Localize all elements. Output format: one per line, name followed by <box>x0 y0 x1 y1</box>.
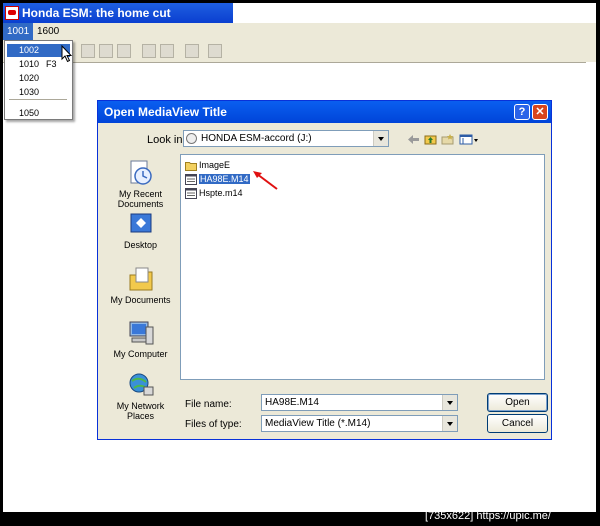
annotation-arrow-icon <box>253 171 278 190</box>
files-of-type-label: Files of type: <box>185 419 242 430</box>
dialog-title: Open MediaView Title <box>104 105 227 119</box>
place-my-computer[interactable]: My Computer <box>108 319 173 359</box>
app-title-bar: Honda ESM: the home cut <box>3 3 596 23</box>
toolbar-print-icon[interactable] <box>160 44 174 58</box>
menubar: 1001 1600 <box>3 23 596 40</box>
look-in-value: HONDA ESM-accord (J:) <box>201 133 312 144</box>
dialog-title-bar: Open MediaView Title ? ✕ <box>98 101 551 123</box>
recent-documents-icon <box>130 160 152 185</box>
menu-item-1030[interactable]: 1030 <box>7 86 70 99</box>
toolbar <box>3 40 596 63</box>
file-item-imagee[interactable]: ImageE <box>185 159 230 171</box>
my-computer-icon <box>129 321 153 345</box>
network-places-icon <box>129 373 153 396</box>
menu-item-1020[interactable]: 1020 <box>7 72 70 85</box>
view-menu-icon[interactable] <box>459 134 479 145</box>
chevron-down-icon[interactable] <box>442 395 457 410</box>
open-dialog: Open MediaView Title ? ✕ Look in: HONDA … <box>97 100 552 440</box>
file-icon <box>185 188 197 200</box>
honda-app-icon <box>5 6 19 20</box>
folder-icon <box>185 161 197 171</box>
file-item-hspte[interactable]: Hspte.m14 <box>185 187 243 200</box>
new-folder-icon[interactable] <box>441 134 454 145</box>
chevron-down-icon[interactable] <box>442 416 457 431</box>
my-documents-icon <box>129 267 152 291</box>
toolbar-page-icon[interactable] <box>142 44 156 58</box>
up-folder-icon[interactable] <box>424 134 437 145</box>
look-in-label: Look in: <box>147 134 186 146</box>
file-icon <box>185 174 197 186</box>
place-my-network-places[interactable]: My Network Places <box>108 371 173 421</box>
files-of-type-select[interactable]: MediaView Title (*.M14) <box>261 415 458 432</box>
toolbar-back-icon[interactable] <box>81 44 95 58</box>
mouse-cursor-icon <box>61 45 73 63</box>
toolbar-zoom-icon[interactable] <box>185 44 199 58</box>
cancel-button[interactable]: Cancel <box>487 414 548 433</box>
back-arrow-icon[interactable] <box>407 134 420 145</box>
place-my-recent-documents[interactable]: My Recent Documents <box>108 159 173 209</box>
place-desktop[interactable]: Desktop <box>108 212 173 250</box>
cd-drive-icon <box>186 133 197 144</box>
places-bar: My Recent Documents Desktop My Documents <box>108 155 173 431</box>
menu-separator <box>9 99 67 100</box>
close-button[interactable]: ✕ <box>532 104 548 120</box>
look-in-combo[interactable]: HONDA ESM-accord (J:) <box>183 130 389 147</box>
place-my-documents[interactable]: My Documents <box>108 265 173 305</box>
file-list: ImageE HA98E.M14 Hspte.m14 <box>180 154 545 380</box>
toolbar-find-icon[interactable] <box>117 44 131 58</box>
chevron-down-icon[interactable] <box>373 131 388 146</box>
file-name-input[interactable]: HA98E.M14 <box>261 394 458 411</box>
file-name-label: File name: <box>185 399 232 410</box>
file-item-ha98e[interactable]: HA98E.M14 <box>185 173 251 186</box>
screen: Honda ESM: the home cut 1001 1600 1002 1… <box>3 3 596 512</box>
desktop-icon <box>130 213 151 233</box>
vertical-scrollbar[interactable] <box>586 62 596 512</box>
menu-item-1050[interactable]: 1050 <box>7 107 70 120</box>
menu-1001[interactable]: 1001 <box>3 23 34 40</box>
help-button[interactable]: ? <box>514 104 530 120</box>
open-button[interactable]: Open <box>487 393 548 412</box>
app-title: Honda ESM: the home cut <box>22 6 171 20</box>
files-of-type-value: MediaView Title (*.M14) <box>265 418 371 429</box>
file-name-value: HA98E.M14 <box>265 397 319 408</box>
menu-1600[interactable]: 1600 <box>33 23 63 40</box>
toolbar-binoculars-icon[interactable] <box>99 44 113 58</box>
watermark: [735x622] https://upic.me/ <box>425 510 551 522</box>
toolbar-pencil-icon[interactable] <box>208 44 222 58</box>
